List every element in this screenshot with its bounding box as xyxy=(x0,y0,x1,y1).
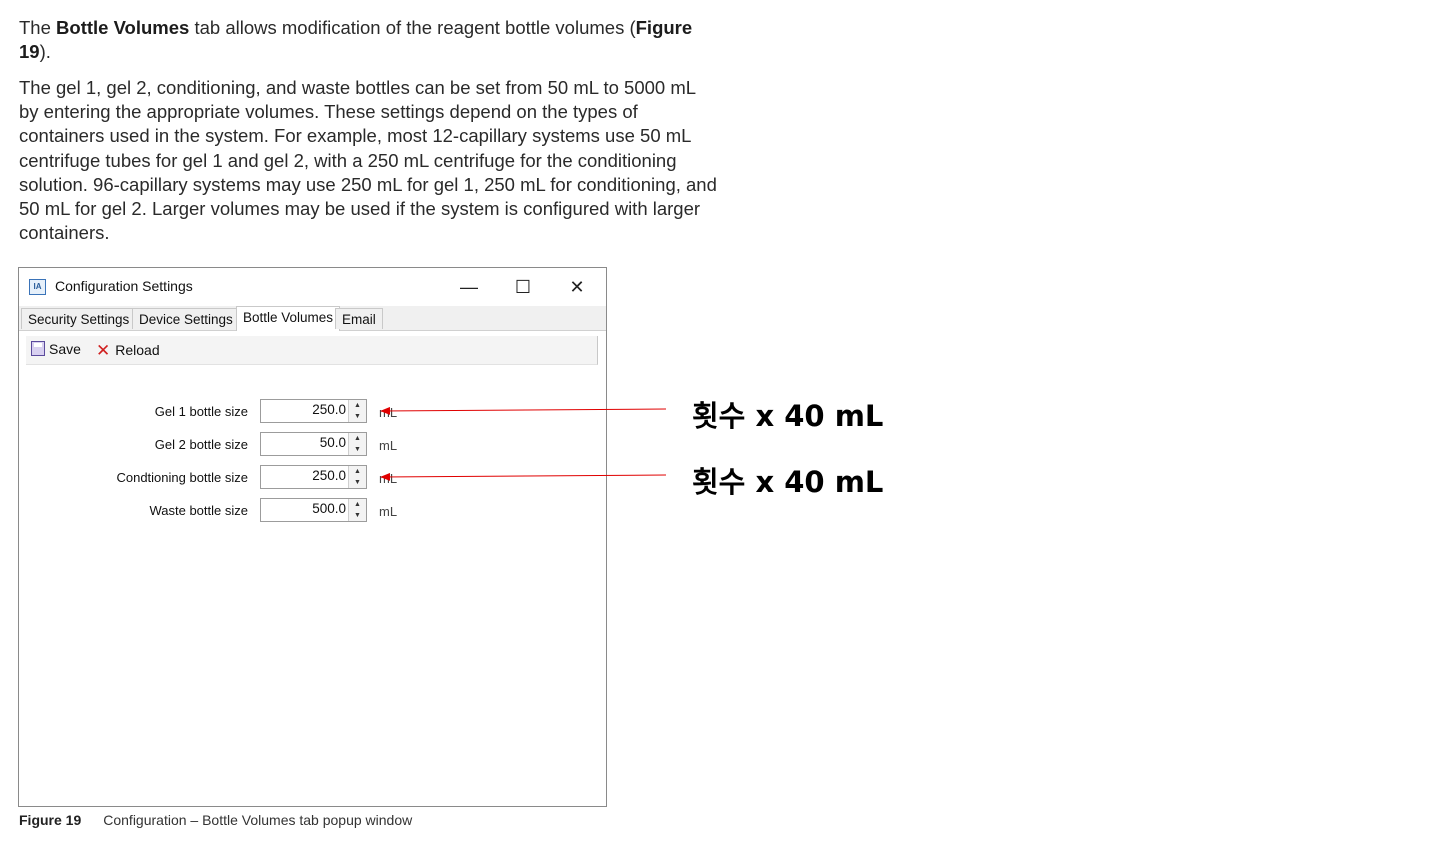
annotation-gel1: 횟수 x 40 mL xyxy=(692,399,884,433)
annotation-conditioning: 횟수 x 40 mL xyxy=(692,465,884,499)
arrow-gel1 xyxy=(380,406,667,415)
arrow-conditioning xyxy=(380,472,667,481)
